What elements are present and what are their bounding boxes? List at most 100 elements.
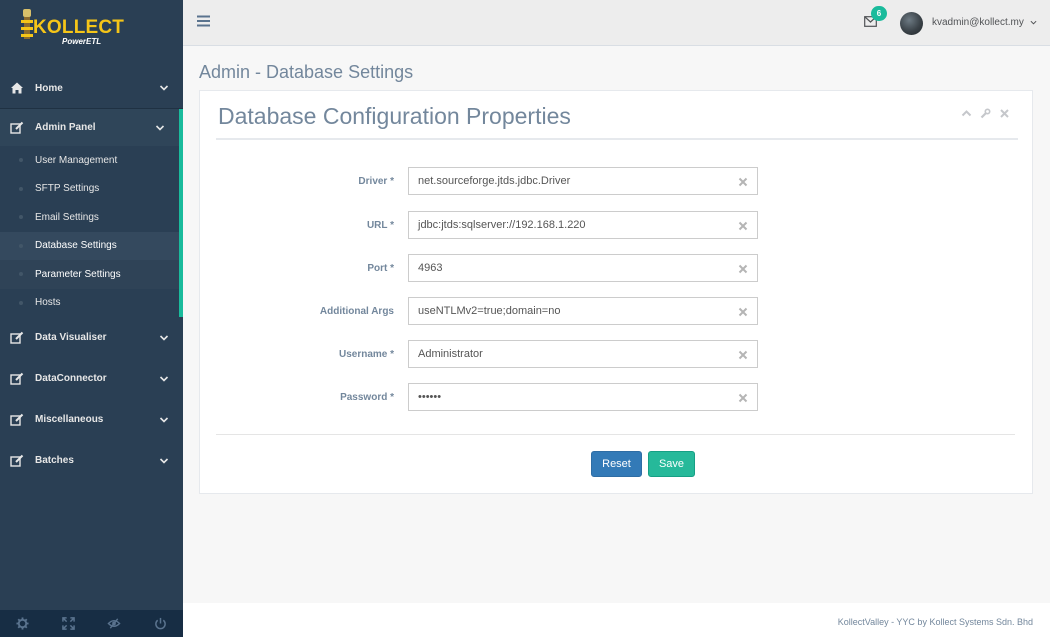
sidebar-item-label: Hosts: [35, 297, 61, 309]
form-row-port: Port * 4963: [200, 254, 1034, 282]
home-icon: [11, 82, 23, 94]
clear-icon[interactable]: [738, 221, 748, 231]
clear-icon[interactable]: [738, 264, 748, 274]
bullet-icon: [19, 158, 23, 163]
chevron-up-icon: [961, 110, 972, 117]
form-row-password: Password * ••••••: [200, 383, 1034, 411]
sidebar-item-dataconnector[interactable]: DataConnector: [0, 358, 183, 399]
sidebar-item-label: User Management: [35, 154, 118, 166]
menu-toggle-icon[interactable]: [197, 14, 211, 28]
bullet-icon: [19, 243, 23, 248]
user-menu[interactable]: kvadmin@kollect.my: [932, 17, 1024, 28]
password-label: Password *: [340, 392, 394, 403]
save-button[interactable]: Save: [648, 451, 695, 477]
bullet-icon: [19, 186, 23, 191]
form-row-url: URL * jdbc:jtds:sqlserver://192.168.1.22…: [200, 211, 1034, 239]
sidebar-item-home[interactable]: Home: [0, 68, 183, 109]
copyright-text: KollectValley - YYC by Kollect Systems S…: [837, 617, 1033, 627]
eye-slash-icon: [107, 618, 121, 629]
gear-icon: [16, 617, 29, 630]
close-panel-button[interactable]: [999, 106, 1010, 118]
clear-icon[interactable]: [738, 393, 748, 403]
sidebar-item-label: Data Visualiser: [35, 332, 107, 343]
port-field[interactable]: 4963: [408, 254, 758, 282]
sidebar-item-label: Home: [35, 82, 63, 94]
sidebar-item-hosts[interactable]: Hosts: [0, 289, 179, 318]
form-row-additional-args: Additional Args useNTLMv2=true;domain=no: [200, 297, 1034, 325]
sidebar-item-miscellaneous[interactable]: Miscellaneous: [0, 399, 183, 440]
bullet-icon: [19, 215, 23, 220]
sidebar-nav: Home Admin Panel User Management SFTP Se…: [0, 68, 183, 481]
page-title: Admin - Database Settings: [199, 62, 414, 82]
settings-tool-button[interactable]: [980, 106, 991, 119]
admin-submenu: User Management SFTP Settings Email Sett…: [0, 146, 183, 317]
panel-divider: [216, 138, 1018, 140]
clear-icon[interactable]: [738, 177, 748, 187]
sidebar-item-batches[interactable]: Batches: [0, 440, 183, 481]
edit-icon: [10, 413, 24, 426]
chevron-down-icon: [159, 334, 169, 341]
sidebar-item-parameter-settings[interactable]: Parameter Settings: [0, 260, 179, 289]
username-field[interactable]: Administrator: [408, 340, 758, 368]
sidebar-item-database-settings[interactable]: Database Settings: [0, 231, 179, 260]
sidebar-item-email-settings[interactable]: Email Settings: [0, 203, 179, 232]
username-label: Username *: [338, 349, 394, 360]
lock-screen-button[interactable]: [92, 610, 138, 637]
sidebar-footer: [0, 610, 183, 637]
form-row-driver: Driver * net.sourceforge.jtds.jdbc.Drive…: [200, 167, 1034, 195]
driver-label: Driver *: [358, 176, 394, 187]
footer: KollectValley - YYC by Kollect Systems S…: [183, 603, 1050, 637]
url-label: URL *: [366, 220, 394, 231]
sidebar-item-label: Database Settings: [35, 240, 117, 252]
edit-icon: [10, 121, 24, 134]
edit-icon: [10, 454, 24, 467]
panel-title: Database Configuration Properties: [218, 103, 571, 129]
sidebar-item-sftp-settings[interactable]: SFTP Settings: [0, 175, 179, 204]
chevron-down-icon[interactable]: [1030, 19, 1037, 26]
mail-count-badge: 6: [871, 6, 887, 21]
collapse-button[interactable]: [961, 106, 972, 117]
form-row-username: Username * Administrator: [200, 340, 1034, 368]
bullet-icon: [19, 272, 23, 277]
logout-button[interactable]: [137, 610, 183, 637]
chevron-down-icon: [159, 457, 169, 464]
wrench-icon: [980, 108, 991, 119]
database-config-panel: Database Configuration Properties Driver…: [199, 90, 1033, 494]
url-field[interactable]: jdbc:jtds:sqlserver://192.168.1.220: [408, 211, 758, 239]
additional-args-label: Additional Args: [319, 306, 394, 317]
driver-field[interactable]: net.sourceforge.jtds.jdbc.Driver: [408, 167, 758, 195]
sidebar-item-label: Parameter Settings: [35, 268, 121, 280]
sidebar: KOLLECT PowerETL Home Admin Panel User M…: [0, 0, 183, 637]
avatar[interactable]: [900, 12, 923, 35]
panel-tools: [961, 106, 1010, 119]
sidebar-item-data-visualiser[interactable]: Data Visualiser: [0, 317, 183, 358]
fullscreen-button[interactable]: [46, 610, 92, 637]
sidebar-item-label: DataConnector: [35, 373, 107, 384]
settings-button[interactable]: [0, 610, 46, 637]
sidebar-item-user-management[interactable]: User Management: [0, 146, 179, 175]
bullet-icon: [19, 300, 23, 305]
sidebar-item-label: Admin Panel: [35, 122, 96, 133]
reset-button[interactable]: Reset: [591, 451, 642, 477]
fullscreen-icon: [62, 617, 75, 630]
top-nav: 6 kvadmin@kollect.my: [183, 0, 1050, 46]
edit-icon: [10, 372, 24, 385]
password-field[interactable]: ••••••: [408, 383, 758, 411]
clear-icon[interactable]: [738, 307, 748, 317]
power-icon: [154, 617, 166, 630]
clear-icon[interactable]: [738, 350, 748, 360]
sidebar-item-label: Batches: [35, 455, 74, 466]
port-label: Port *: [367, 263, 394, 274]
sidebar-item-label: Miscellaneous: [35, 414, 104, 425]
form-divider: [216, 434, 1015, 435]
logo[interactable]: KOLLECT PowerETL: [0, 0, 183, 55]
chevron-down-icon: [159, 416, 169, 423]
chevron-down-icon: [155, 124, 165, 131]
chevron-down-icon: [159, 375, 169, 382]
additional-args-field[interactable]: useNTLMv2=true;domain=no: [408, 297, 758, 325]
chevron-down-icon: [159, 85, 169, 91]
brand-name: KOLLECT: [33, 17, 125, 38]
brand-sub: PowerETL: [62, 37, 102, 46]
sidebar-item-admin-panel[interactable]: Admin Panel: [0, 109, 183, 146]
edit-icon: [10, 331, 24, 344]
